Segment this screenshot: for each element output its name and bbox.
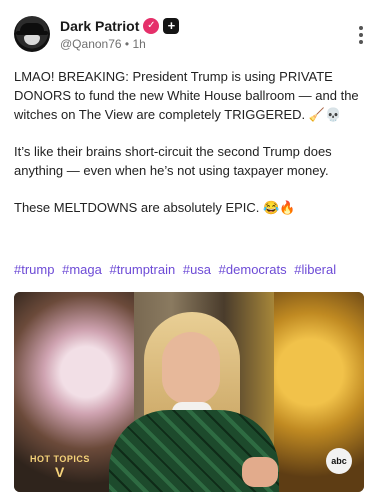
hashtag-list: #trump #maga #trumptrain #usa #democrats…: [14, 262, 364, 277]
post-paragraph-1: LMAO! BREAKING: President Trump is using…: [14, 69, 359, 122]
post-header: Dark Patriot ✓ + @Qanon76 • 1h: [14, 16, 364, 56]
verified-badge-icon: ✓: [143, 18, 160, 34]
social-post: Dark Patriot ✓ + @Qanon76 • 1h LMAO! BRE…: [0, 0, 378, 500]
meta-separator: •: [124, 37, 130, 51]
post-video-thumbnail[interactable]: HOT TOPICS V abc: [14, 292, 364, 492]
person-face: [162, 332, 220, 404]
network-logo: abc: [326, 448, 352, 474]
show-logo: HOT TOPICS V: [30, 454, 90, 480]
show-logo-small-text: HOT TOPICS: [30, 454, 90, 464]
hashtag-link[interactable]: #trump: [14, 262, 54, 277]
show-logo-letter: V: [55, 464, 65, 480]
post-paragraph-2: It’s like their brains short-circuit the…: [14, 144, 332, 178]
name-row: Dark Patriot ✓ +: [60, 18, 180, 34]
hashtag-link[interactable]: #usa: [183, 262, 211, 277]
post-paragraph-3: These MELTDOWNS are absolutely EPIC. 😂🔥: [14, 200, 296, 215]
person-hand: [242, 457, 278, 487]
post-body: LMAO! BREAKING: President Trump is using…: [14, 67, 364, 235]
more-options-icon[interactable]: [358, 26, 364, 46]
post-meta: @Qanon76 • 1h: [60, 37, 146, 51]
post-time: 1h: [132, 37, 146, 51]
author-handle[interactable]: @Qanon76: [60, 37, 122, 51]
avatar-mask: [24, 35, 40, 45]
avatar[interactable]: [14, 16, 50, 52]
plus-badge-icon[interactable]: +: [163, 18, 180, 34]
hashtag-link[interactable]: #trumptrain: [109, 262, 175, 277]
hashtag-link[interactable]: #liberal: [294, 262, 336, 277]
hashtag-link[interactable]: #democrats: [219, 262, 287, 277]
author-name[interactable]: Dark Patriot: [60, 18, 139, 34]
hashtag-link[interactable]: #maga: [62, 262, 102, 277]
